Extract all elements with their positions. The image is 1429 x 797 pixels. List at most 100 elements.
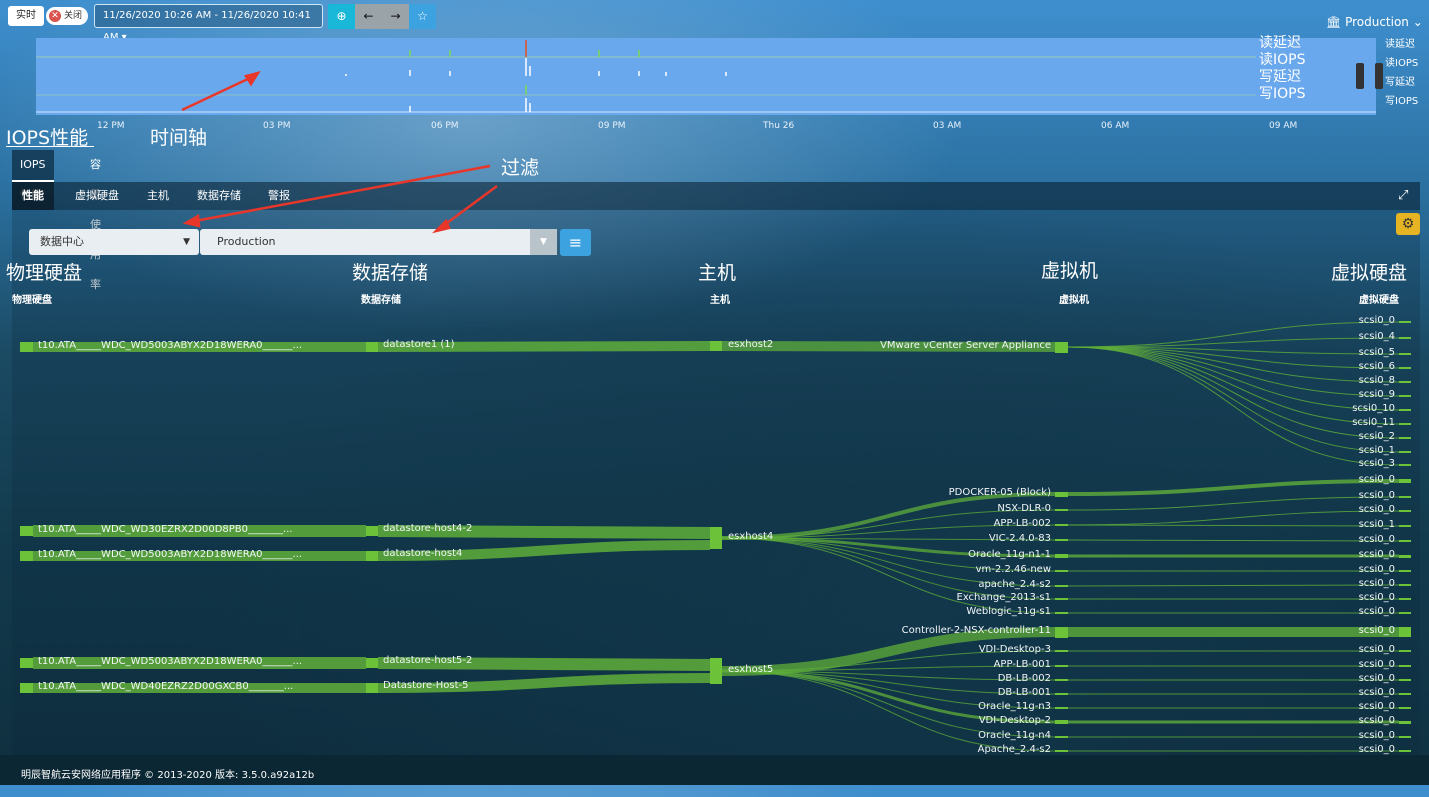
vdisk-label[interactable]: scsi0_1: [1359, 445, 1395, 456]
vdisk-node[interactable]: [1399, 367, 1411, 369]
vdisk-node[interactable]: [1399, 584, 1411, 586]
datastore-label[interactable]: Datastore-Host-5: [383, 680, 469, 691]
vdisk-label[interactable]: scsi0_0: [1359, 549, 1395, 560]
vm-node[interactable]: [1055, 720, 1068, 724]
vm-node[interactable]: [1055, 491, 1068, 497]
vdisk-label[interactable]: scsi0_0: [1359, 315, 1395, 326]
vm-node[interactable]: [1055, 554, 1068, 558]
vdisk-node[interactable]: [1399, 353, 1411, 355]
vdisk-label[interactable]: scsi0_10: [1352, 403, 1395, 414]
vm-node[interactable]: [1055, 665, 1068, 667]
vdisk-label[interactable]: scsi0_0: [1359, 730, 1395, 741]
vm-label[interactable]: Controller-2-NSX-controller-11: [902, 625, 1051, 636]
vm-node[interactable]: [1055, 509, 1068, 511]
vdisk-node[interactable]: [1399, 496, 1411, 498]
vdisk-node[interactable]: [1399, 540, 1411, 542]
physical-disk-label[interactable]: t10.ATA_____WDC_WD30EZRX2D00D8PB0_______…: [38, 524, 293, 535]
physical-disk-node[interactable]: [20, 551, 33, 561]
physical-disk-node[interactable]: [20, 342, 33, 352]
vm-label[interactable]: NSX-DLR-0: [997, 503, 1051, 514]
vdisk-label[interactable]: scsi0_0: [1359, 592, 1395, 603]
vdisk-node[interactable]: [1399, 437, 1411, 439]
vdisk-label[interactable]: scsi0_0: [1359, 659, 1395, 670]
vdisk-label[interactable]: scsi0_0: [1359, 504, 1395, 515]
host-label[interactable]: esxhost2: [728, 339, 773, 350]
physical-disk-label[interactable]: t10.ATA_____WDC_WD5003ABYX2D18WERA0_____…: [38, 340, 302, 351]
vm-node[interactable]: [1055, 626, 1068, 638]
vdisk-label[interactable]: scsi0_0: [1359, 744, 1395, 755]
datastore-label[interactable]: datastore-host4-2: [383, 523, 472, 534]
physical-disk-node[interactable]: [20, 526, 33, 536]
physical-disk-node[interactable]: [20, 658, 33, 668]
vdisk-node[interactable]: [1399, 381, 1411, 383]
datastore-node[interactable]: [366, 526, 378, 536]
vm-label[interactable]: DB-LB-002: [998, 673, 1051, 684]
vdisk-label[interactable]: scsi0_0: [1359, 715, 1395, 726]
vdisk-node[interactable]: [1399, 598, 1411, 600]
vm-label[interactable]: VDI-Desktop-3: [979, 644, 1051, 655]
vm-node[interactable]: [1055, 570, 1068, 572]
vdisk-label[interactable]: scsi0_0: [1359, 564, 1395, 575]
vm-node[interactable]: [1055, 585, 1068, 587]
vdisk-node[interactable]: [1399, 554, 1411, 558]
vm-node[interactable]: [1055, 750, 1068, 752]
vdisk-node[interactable]: [1399, 750, 1411, 752]
vm-node[interactable]: [1055, 598, 1068, 600]
vm-label[interactable]: PDOCKER-05 (Block): [949, 487, 1051, 498]
vdisk-node[interactable]: [1399, 570, 1411, 572]
host-node[interactable]: [710, 658, 722, 684]
vdisk-label[interactable]: scsi0_8: [1359, 375, 1395, 386]
vm-node[interactable]: [1055, 650, 1068, 652]
datastore-label[interactable]: datastore1 (1): [383, 339, 455, 350]
vdisk-label[interactable]: scsi0_3: [1359, 458, 1395, 469]
datastore-node[interactable]: [366, 551, 378, 561]
vm-label[interactable]: Oracle_11g-n3: [978, 701, 1051, 712]
vdisk-label[interactable]: scsi0_1: [1359, 519, 1395, 530]
vm-label[interactable]: Exchange_2013-s1: [957, 592, 1052, 603]
vdisk-node[interactable]: [1399, 612, 1411, 614]
datastore-node[interactable]: [366, 658, 378, 668]
vm-node[interactable]: [1055, 341, 1068, 353]
vdisk-node[interactable]: [1399, 423, 1411, 425]
vm-node[interactable]: [1055, 736, 1068, 738]
vdisk-label[interactable]: scsi0_0: [1359, 534, 1395, 545]
vm-label[interactable]: Oracle_11g-n1-1: [968, 549, 1051, 560]
vm-label[interactable]: VMware vCenter Server Appliance: [880, 340, 1051, 351]
vm-label[interactable]: Oracle_11g-n4: [978, 730, 1051, 741]
vdisk-node[interactable]: [1399, 395, 1411, 397]
vdisk-node[interactable]: [1399, 525, 1411, 527]
vdisk-label[interactable]: scsi0_0: [1359, 578, 1395, 589]
vm-node[interactable]: [1055, 524, 1068, 526]
datastore-node[interactable]: [366, 342, 378, 352]
host-node[interactable]: [710, 527, 722, 549]
datastore-label[interactable]: datastore-host4: [383, 548, 462, 559]
vdisk-label[interactable]: scsi0_0: [1359, 625, 1395, 636]
vdisk-label[interactable]: scsi0_11: [1352, 417, 1395, 428]
vdisk-node[interactable]: [1399, 510, 1411, 512]
vm-label[interactable]: APP-LB-002: [994, 518, 1051, 529]
host-label[interactable]: esxhost5: [728, 664, 773, 675]
vdisk-label[interactable]: scsi0_0: [1359, 701, 1395, 712]
host-label[interactable]: esxhost4: [728, 531, 773, 542]
vm-label[interactable]: VIC-2.4.0-83: [989, 533, 1051, 544]
vm-node[interactable]: [1055, 693, 1068, 695]
vm-label[interactable]: DB-LB-001: [998, 687, 1051, 698]
vdisk-node[interactable]: [1399, 337, 1411, 339]
vdisk-node[interactable]: [1399, 665, 1411, 667]
vm-label[interactable]: apache_2.4-s2: [978, 579, 1051, 590]
vdisk-label[interactable]: scsi0_0: [1359, 490, 1395, 501]
physical-disk-label[interactable]: t10.ATA_____WDC_WD5003ABYX2D18WERA0_____…: [38, 656, 302, 667]
vm-label[interactable]: Weblogic_11g-s1: [966, 606, 1051, 617]
vdisk-node[interactable]: [1399, 736, 1411, 738]
physical-disk-label[interactable]: t10.ATA_____WDC_WD5003ABYX2D18WERA0_____…: [38, 549, 302, 560]
vdisk-node[interactable]: [1399, 321, 1411, 323]
vdisk-label[interactable]: scsi0_0: [1359, 474, 1395, 485]
vdisk-node[interactable]: [1399, 720, 1411, 724]
vdisk-label[interactable]: scsi0_4: [1359, 331, 1395, 342]
vdisk-node[interactable]: [1399, 679, 1411, 681]
vm-node[interactable]: [1055, 707, 1068, 709]
host-node[interactable]: [710, 341, 722, 351]
vdisk-label[interactable]: scsi0_0: [1359, 687, 1395, 698]
physical-disk-node[interactable]: [20, 683, 33, 693]
vm-label[interactable]: VDI-Desktop-2: [979, 715, 1051, 726]
